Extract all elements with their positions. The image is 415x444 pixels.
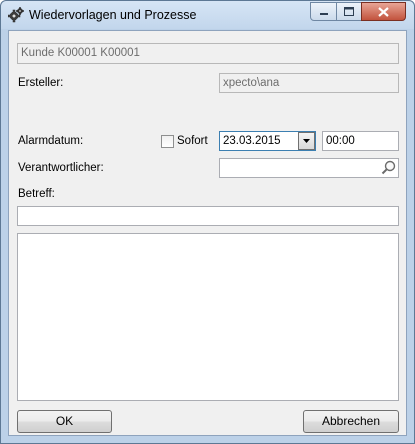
dialog-window: Wiedervorlagen und Prozesse Kunde K00001… bbox=[0, 0, 415, 444]
close-icon bbox=[378, 6, 389, 17]
ok-button[interactable]: OK bbox=[17, 410, 112, 433]
subject-field[interactable] bbox=[17, 206, 399, 226]
maximize-icon bbox=[344, 7, 354, 16]
minimize-icon bbox=[319, 12, 328, 15]
minimize-button[interactable] bbox=[310, 2, 337, 21]
sofort-label: Sofort bbox=[177, 135, 208, 147]
notes-textarea[interactable] bbox=[17, 233, 399, 401]
cancel-button[interactable]: Abbrechen bbox=[303, 410, 399, 433]
date-dropdown-button[interactable] bbox=[298, 132, 315, 150]
alarm-time-field[interactable]: 00:00 bbox=[322, 131, 399, 151]
maximize-button[interactable] bbox=[336, 2, 362, 21]
chevron-down-icon bbox=[303, 139, 310, 143]
creator-field[interactable]: xpecto\ana bbox=[219, 73, 399, 93]
alarm-date-label: Alarmdatum: bbox=[18, 135, 84, 147]
responsible-label: Verantwortlicher: bbox=[18, 162, 104, 174]
creator-label: Ersteller: bbox=[18, 77, 64, 89]
responsible-field[interactable] bbox=[219, 158, 399, 178]
window-title: Wiedervorlagen und Prozesse bbox=[29, 8, 197, 22]
close-button[interactable] bbox=[361, 2, 406, 21]
subject-label: Betreff: bbox=[18, 188, 55, 200]
sofort-checkbox[interactable] bbox=[161, 135, 174, 148]
dialog-content: Kunde K00001 K00001 Ersteller: xpecto\an… bbox=[8, 30, 407, 436]
gear-icon bbox=[8, 7, 24, 23]
customer-field[interactable]: Kunde K00001 K00001 bbox=[17, 43, 399, 64]
date-value: 23.03.2015 bbox=[223, 135, 281, 147]
search-icon[interactable] bbox=[381, 160, 396, 175]
title-bar[interactable]: Wiedervorlagen und Prozesse bbox=[1, 1, 414, 29]
